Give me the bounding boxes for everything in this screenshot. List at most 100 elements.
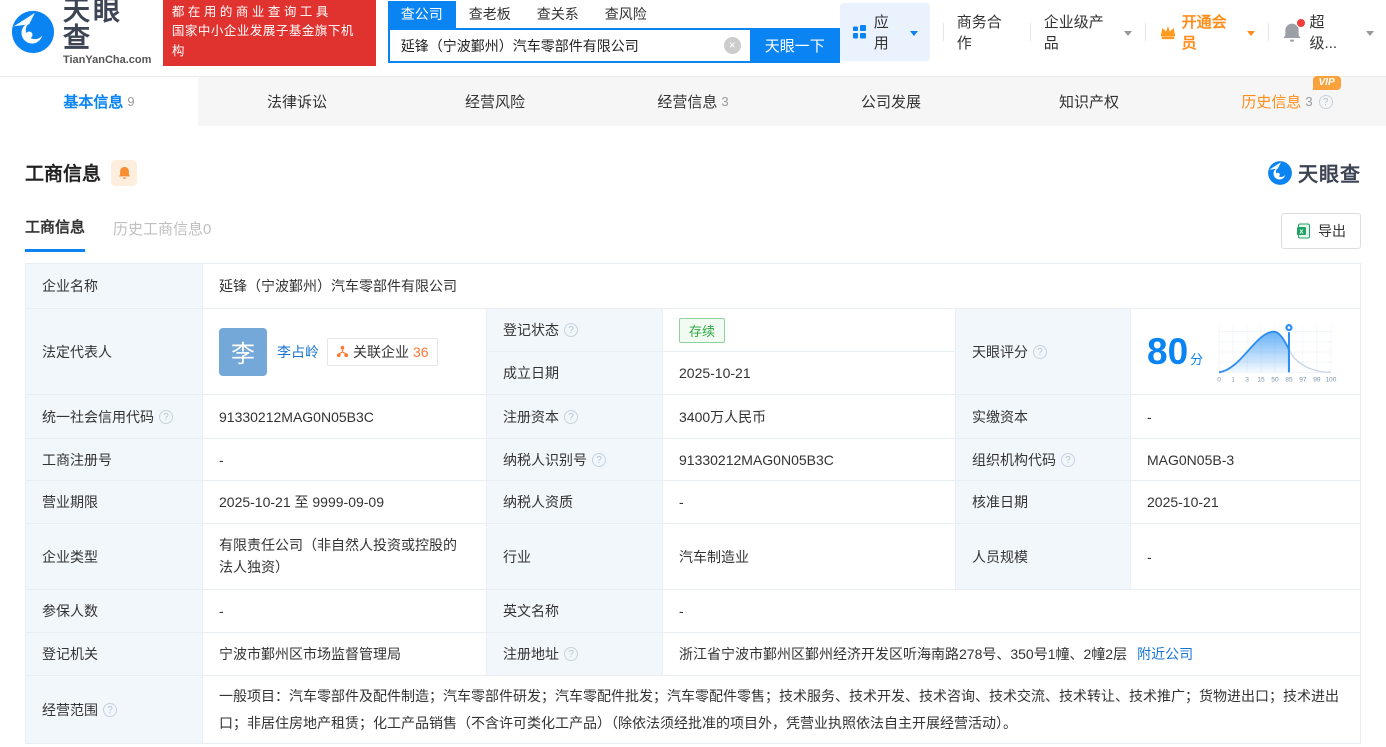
svg-text:97: 97 [1299, 376, 1307, 383]
svg-text:15: 15 [1258, 376, 1266, 383]
help-icon[interactable]: ? [564, 647, 578, 661]
tab-label: 法律诉讼 [266, 94, 327, 111]
search-input[interactable] [387, 28, 750, 63]
vip-badge: VIP [1312, 76, 1341, 90]
credit-code-value: 91330212MAG0N05B3C [203, 395, 487, 439]
taxpayer-id-value: 91330212MAG0N05B3C [663, 439, 956, 481]
reg-status-cell: 存续 [663, 309, 956, 352]
apps-label: 应用 [873, 14, 889, 52]
field-label: 工商注册号 [26, 439, 203, 481]
help-icon[interactable]: ? [564, 323, 578, 337]
field-label: 英文名称 [487, 590, 663, 633]
search-tab-relation[interactable]: 查关系 [524, 1, 592, 28]
top-nav: 应用 商务合作 企业级产品 开通会员 超级... [839, 3, 1375, 61]
tianyancha-logo[interactable]: 天眼查 TianYanCha.com [10, 0, 153, 66]
nav-enterprise-products[interactable]: 企业级产品 [1044, 11, 1132, 53]
subtab-business-info[interactable]: 工商信息 [25, 216, 86, 252]
main-content: 工商信息 天眼查 工商信息 历史工商信息0 x 导出 企业名称 延锋（宁波鄞州）… [0, 158, 1386, 744]
clear-icon[interactable]: × [723, 37, 741, 54]
field-label: 登记状态 ? [487, 309, 663, 352]
section-header: 工商信息 天眼查 [25, 158, 1361, 187]
search-tab-boss[interactable]: 查老板 [456, 1, 524, 28]
field-label: 登记机关 [26, 633, 203, 676]
help-icon[interactable]: ? [1061, 452, 1075, 467]
table-row: 统一社会信用代码 ? 91330212MAG0N05B3C 注册资本 ? 340… [26, 395, 1360, 439]
subscribe-bell-button[interactable] [111, 159, 138, 186]
tab-intellectual-property[interactable]: 知识产权 [990, 77, 1188, 126]
search-button[interactable]: 天眼一下 [749, 28, 840, 63]
establish-date-value: 2025-10-21 [663, 352, 956, 395]
svg-text:50: 50 [1271, 376, 1279, 383]
field-label: 组织机构代码 ? [956, 439, 1131, 481]
top-header: 天眼查 TianYanCha.com 都在用的商业查询工具 国家中小企业发展子基… [0, 0, 1386, 67]
svg-text:x: x [1300, 229, 1304, 236]
bell-icon [118, 166, 130, 179]
search-bar: × 天眼一下 [387, 28, 840, 63]
apps-grid-icon [852, 25, 866, 39]
tab-basic-info[interactable]: 基本信息 9 [0, 77, 198, 126]
field-label: 企业名称 [26, 264, 203, 309]
help-icon[interactable]: ? [592, 452, 606, 467]
paid-capital-value: - [1131, 395, 1360, 439]
reg-address-value: 浙江省宁波市鄞州区鄞州经济开发区听海南路278号、350号1幢、2幢2层 [679, 646, 1128, 662]
help-icon[interactable]: ? [564, 409, 578, 424]
help-icon[interactable]: ? [1033, 344, 1047, 359]
related-label: 关联企业 [353, 343, 409, 360]
nearby-companies-link[interactable]: 附近公司 [1137, 644, 1193, 664]
field-label: 天眼评分 ? [956, 309, 1131, 395]
tab-operation-info[interactable]: 经营信息 3 [594, 77, 792, 126]
tyc-score-cell: 80 分 0 1 3 15 50 85 97 99 100 [1131, 309, 1360, 395]
svg-text:1: 1 [1231, 376, 1235, 383]
notification-bell[interactable] [1282, 18, 1305, 43]
legal-rep-avatar[interactable]: 李 [219, 327, 267, 376]
reg-number-value: - [203, 439, 487, 481]
tab-label: 知识产权 [1058, 94, 1119, 111]
reg-capital-value: 3400万人民币 [663, 395, 956, 439]
export-button[interactable]: x 导出 [1281, 213, 1361, 249]
field-label: 纳税人识别号 ? [487, 439, 663, 481]
tianyancha-logo-icon [11, 10, 55, 54]
org-structure-icon [336, 345, 349, 358]
legal-rep-link[interactable]: 李占岭 [277, 342, 319, 362]
nav-vip-button[interactable]: 开通会员 [1159, 11, 1255, 53]
table-row: 营业期限 2025-10-21 至 9999-09-09 纳税人资质 - 核准日… [26, 481, 1360, 524]
related-companies-badge[interactable]: 关联企业 36 [327, 337, 438, 366]
promo-line2: 国家中小企业发展子基金旗下机构 [171, 24, 354, 58]
caret-down-icon [1366, 30, 1375, 36]
score-unit: 分 [1190, 351, 1204, 367]
watermark-text: 天眼查 [1298, 164, 1361, 186]
help-icon[interactable]: ? [1318, 94, 1333, 109]
field-label: 营业期限 [26, 481, 203, 524]
table-row: 参保人数 - 英文名称 - [26, 590, 1360, 633]
reg-authority-value: 宁波市鄞州区市场监督管理局 [203, 633, 487, 676]
search-area: 查公司 查老板 查关系 查风险 × 天眼一下 [387, 1, 840, 63]
search-tab-company[interactable]: 查公司 [387, 1, 456, 28]
tab-operation-risk[interactable]: 经营风险 [396, 77, 594, 126]
legal-rep-cell: 李 李占岭 关联企业 36 [203, 309, 487, 395]
apps-button[interactable]: 应用 [839, 3, 930, 61]
tab-company-development[interactable]: 公司发展 [792, 77, 990, 126]
tab-legal-proceedings[interactable]: 法律诉讼 [198, 77, 396, 126]
help-icon[interactable]: ? [103, 702, 117, 717]
field-label: 企业类型 [26, 524, 203, 590]
caret-down-icon [909, 30, 918, 36]
divider [1029, 23, 1031, 41]
search-tab-risk[interactable]: 查风险 [592, 1, 660, 28]
approval-date-value: 2025-10-21 [1131, 481, 1360, 524]
field-label: 核准日期 [956, 481, 1131, 524]
org-code-value: MAG0N05B-3 [1131, 439, 1360, 481]
table-row: 工商注册号 - 纳税人识别号 ? 91330212MAG0N05B3C 组织机构… [26, 439, 1360, 481]
table-row: 企业类型 有限责任公司（非自然人投资或控股的法人独资） 行业 汽车制造业 人员规… [26, 524, 1360, 590]
help-icon[interactable]: ? [159, 409, 173, 424]
tab-history-info[interactable]: VIP 历史信息 3 ? [1188, 76, 1386, 126]
tab-count: 3 [1305, 94, 1313, 109]
watermark-logo: 天眼查 [1267, 158, 1361, 187]
status-badge: 存续 [679, 317, 726, 343]
nav-account[interactable]: 超级... [1310, 11, 1352, 53]
taxpayer-quality-value: - [663, 481, 956, 524]
subtab-history-business-info[interactable]: 历史工商信息0 [113, 218, 211, 251]
crown-icon [1160, 25, 1175, 40]
nav-business-cooperation[interactable]: 商务合作 [957, 11, 1017, 53]
score-number: 80 分 [1147, 331, 1203, 373]
industry-value: 汽车制造业 [663, 524, 956, 590]
